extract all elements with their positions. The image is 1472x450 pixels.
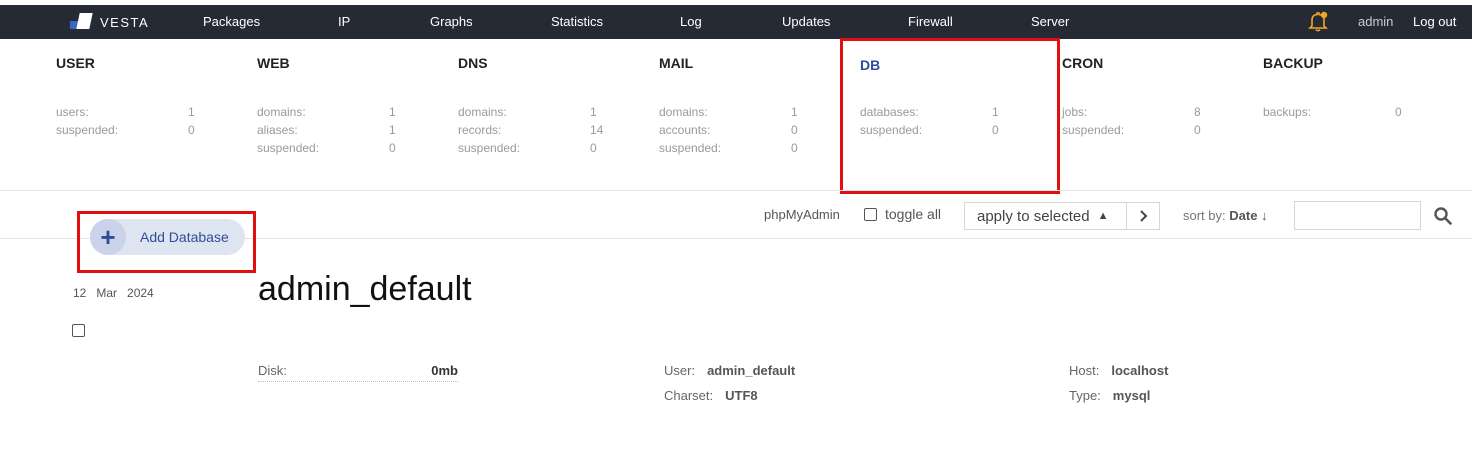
vesta-logo[interactable]: VESTA	[70, 12, 149, 32]
stats-title: WEB	[257, 55, 290, 71]
phpmyadmin-link[interactable]: phpMyAdmin	[764, 207, 840, 222]
db-highlight-box	[840, 38, 1060, 194]
top-nav-bar: VESTA Packages IP Graphs Statistics Log …	[0, 5, 1472, 39]
logo-text: VESTA	[100, 14, 150, 30]
stat-row: domains: 1	[659, 105, 798, 119]
disk-value: 0mb	[431, 363, 458, 378]
nav-statistics[interactable]: Statistics	[551, 5, 603, 39]
search-icon[interactable]	[1434, 207, 1452, 225]
stat-row: suspended: 0	[1062, 123, 1201, 137]
stat-row: suspended: 0	[458, 141, 597, 155]
stats-web[interactable]: WEB domains: 1 aliases: 1 suspended: 0	[257, 55, 417, 159]
date-day: 12	[73, 286, 87, 300]
stat-row: jobs: 8	[1062, 105, 1201, 119]
sort-by-value: Date ↓	[1229, 208, 1268, 223]
stats-dns[interactable]: DNS domains: 1 records: 14 suspended: 0	[458, 55, 618, 159]
stat-row: domains: 1	[458, 105, 597, 119]
apply-to-selected-select[interactable]: apply to selected ▲︎	[964, 202, 1126, 230]
db-charset: Charset: UTF8	[664, 388, 758, 403]
nav-packages[interactable]: Packages	[203, 5, 260, 39]
stat-row: aliases: 1	[257, 123, 396, 137]
logo-mark-icon	[70, 13, 93, 31]
chevron-right-icon	[1140, 210, 1148, 222]
apply-to-selected-label: apply to selected	[977, 207, 1090, 225]
stat-row: users: 1	[56, 105, 195, 119]
stats-user[interactable]: USER users: 1 suspended: 0	[56, 55, 216, 141]
db-disk: Disk: 0mb	[258, 363, 458, 382]
stat-row: suspended: 0	[56, 123, 195, 137]
stats-title: CRON	[1062, 55, 1104, 71]
stats-title: MAIL	[659, 55, 694, 71]
db-type: Type: mysql	[1069, 388, 1151, 403]
db-name[interactable]: admin_default	[258, 270, 472, 309]
stat-row: suspended: 0	[659, 141, 798, 155]
toggle-all-checkbox[interactable]	[864, 207, 877, 221]
nav-server[interactable]: Server	[1031, 5, 1069, 39]
sort-by-label: sort by:	[1183, 208, 1226, 223]
sort-by-control[interactable]: sort by: Date ↓	[1183, 208, 1268, 223]
stats-title: DNS	[458, 55, 488, 71]
db-host: Host: localhost	[1069, 363, 1169, 378]
stats-title: BACKUP	[1263, 55, 1323, 71]
date-year: 2024	[127, 286, 154, 300]
nav-firewall[interactable]: Firewall	[908, 5, 953, 39]
select-arrows-icon: ▲︎	[1097, 210, 1109, 222]
divider	[0, 190, 1472, 191]
db-created-date: 12 Mar 2024	[73, 286, 164, 300]
stats-backup[interactable]: BACKUP backups: 0	[1263, 55, 1423, 123]
stats-mail[interactable]: MAIL domains: 1 accounts: 0 suspended: 0	[659, 55, 819, 159]
date-month: Mar	[96, 286, 118, 300]
logout-link[interactable]: Log out	[1413, 5, 1456, 39]
nav-graphs[interactable]: Graphs	[430, 5, 473, 39]
stats-title: USER	[56, 55, 95, 71]
nav-log[interactable]: Log	[680, 5, 702, 39]
nav-updates[interactable]: Updates	[782, 5, 830, 39]
stat-row: records: 14	[458, 123, 604, 137]
nav-ip[interactable]: IP	[338, 5, 350, 39]
stat-row: accounts: 0	[659, 123, 798, 137]
stat-row: backups: 0	[1263, 105, 1402, 119]
stats-cron[interactable]: CRON jobs: 8 suspended: 0	[1062, 55, 1222, 141]
apply-go-button[interactable]	[1126, 202, 1160, 230]
db-row-checkbox[interactable]	[72, 324, 85, 342]
stat-row: suspended: 0	[257, 141, 396, 155]
notification-bell-icon[interactable]	[1308, 11, 1328, 33]
toggle-all-label: toggle all	[885, 206, 942, 222]
search-input[interactable]	[1294, 201, 1421, 230]
current-user-link[interactable]: admin	[1358, 5, 1393, 39]
add-button-highlight-box	[77, 211, 256, 273]
stat-row: domains: 1	[257, 105, 396, 119]
db-user: User: admin_default	[664, 363, 796, 378]
toggle-all[interactable]: toggle all	[864, 206, 941, 222]
disk-label: Disk:	[258, 363, 287, 378]
